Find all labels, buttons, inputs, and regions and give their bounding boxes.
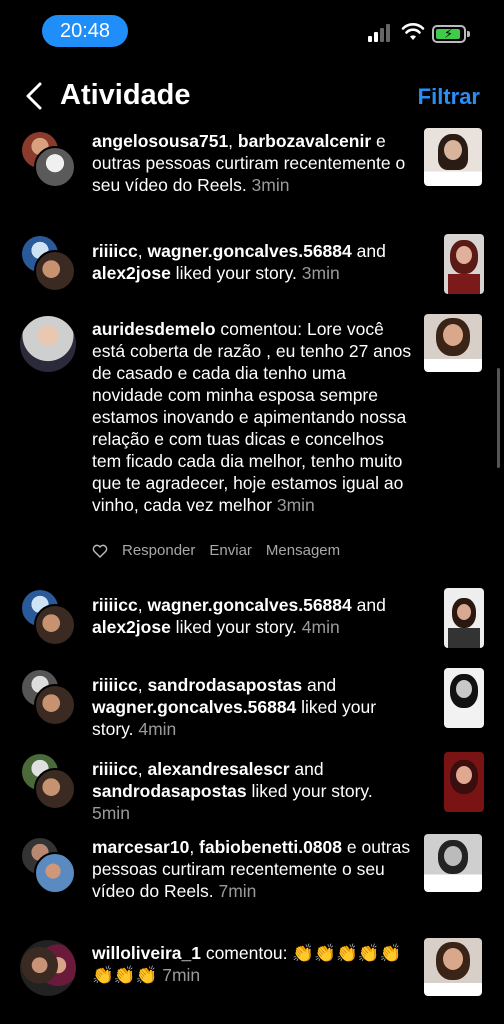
notification-text: riiiicc, wagner.goncalves.56884 and alex…: [92, 595, 386, 637]
avatar[interactable]: [20, 752, 76, 810]
avatar[interactable]: [20, 130, 76, 188]
notification-text: riiiicc, wagner.goncalves.56884 and alex…: [92, 241, 386, 283]
scrollbar[interactable]: [497, 368, 500, 468]
battery-tip: [467, 31, 470, 37]
avatar[interactable]: [20, 234, 76, 292]
status-time[interactable]: 20:48: [42, 15, 128, 47]
post-thumbnail[interactable]: [424, 128, 482, 186]
avatar[interactable]: [20, 940, 76, 996]
story-thumbnail[interactable]: [444, 752, 484, 812]
battery-icon: ⚡: [432, 25, 466, 43]
avatar[interactable]: [20, 668, 76, 726]
header: Atividade Filtrar: [0, 64, 504, 128]
post-thumbnail[interactable]: [424, 834, 482, 892]
activity-feed[interactable]: angelosousa751, barbozavalcenir e outras…: [0, 128, 504, 1024]
notification-text: willoliveira_1 comentou: 👏👏👏👏👏👏👏👏 7min: [92, 943, 402, 985]
post-thumbnail[interactable]: [424, 938, 482, 996]
reply-button[interactable]: Responder: [122, 542, 195, 559]
notification-text: angelosousa751, barbozavalcenir e outras…: [92, 131, 406, 195]
filter-button[interactable]: Filtrar: [418, 84, 480, 110]
cellular-signal-icon: [368, 22, 394, 42]
like-heart-icon[interactable]: [92, 544, 108, 558]
post-thumbnail[interactable]: [424, 314, 482, 372]
send-message-button[interactable]: Mensagem: [266, 542, 340, 559]
notification-text: marcesar10, fabiobenetti.0808 e outras p…: [92, 837, 411, 901]
avatar[interactable]: [20, 836, 76, 894]
avatar[interactable]: [20, 588, 76, 646]
wifi-icon: [401, 23, 425, 40]
notification-text: auridesdemelo comentou: Lore você está c…: [92, 319, 412, 515]
back-arrow-icon[interactable]: [20, 78, 52, 114]
story-thumbnail[interactable]: [444, 234, 484, 294]
notification-text: riiiicc, alexandresalescr and sandrodasa…: [92, 759, 373, 823]
story-thumbnail[interactable]: [444, 668, 484, 728]
comment-actions: Responder Enviar Mensagem: [92, 542, 340, 559]
page-title: Atividade: [60, 79, 191, 111]
avatar[interactable]: [20, 316, 76, 372]
send-message-button[interactable]: Enviar: [209, 542, 252, 559]
notification-text: riiiicc, sandrodasapostas and wagner.gon…: [92, 675, 377, 739]
story-thumbnail[interactable]: [444, 588, 484, 648]
status-bar: 20:48 ⚡: [0, 0, 504, 64]
